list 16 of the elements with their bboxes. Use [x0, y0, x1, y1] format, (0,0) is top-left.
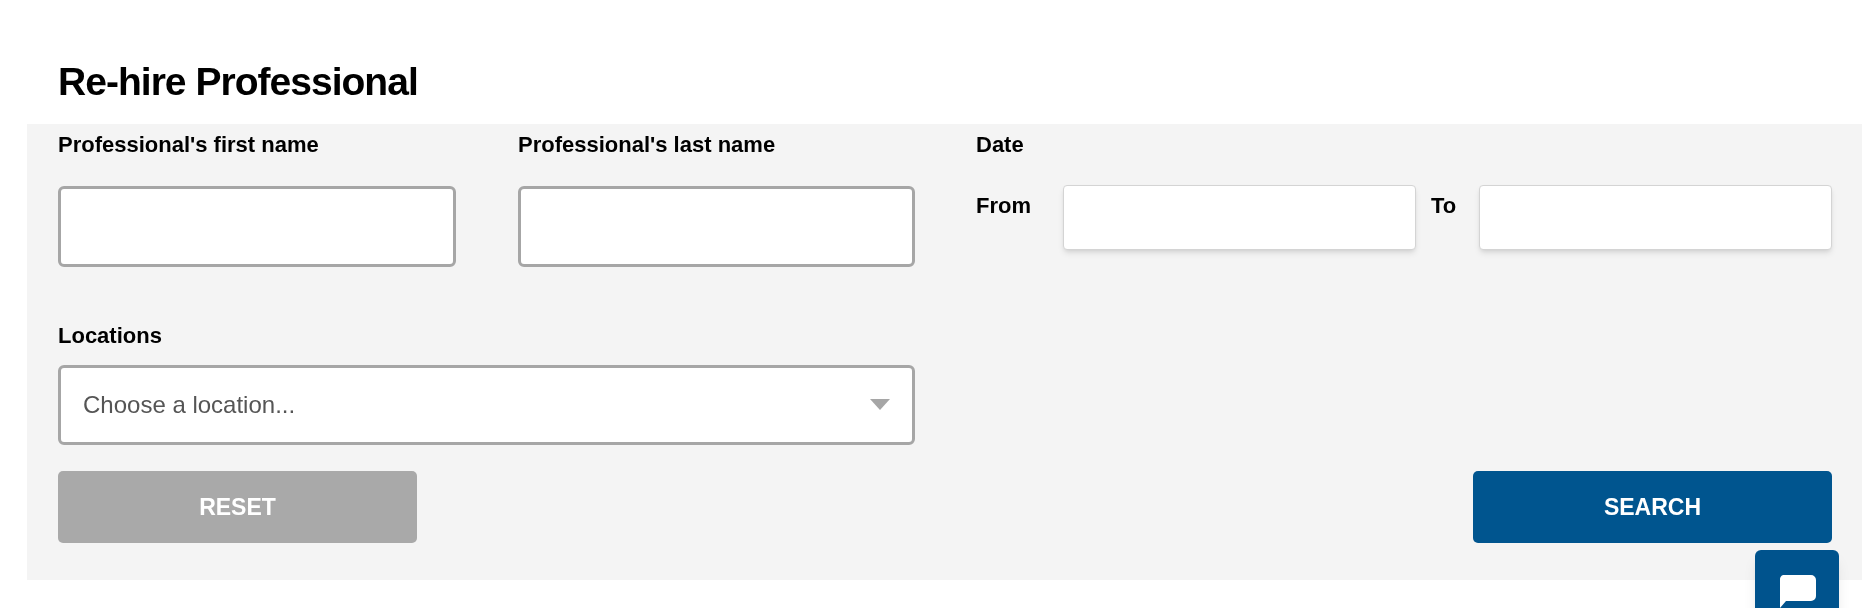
field-label: Professional's first name	[58, 132, 320, 158]
chat-icon	[1778, 575, 1816, 608]
field-label: Professional's last name	[518, 132, 777, 158]
input-field[interactable]	[58, 186, 456, 267]
field-label: Locations	[58, 323, 163, 349]
chat-button[interactable]	[1755, 550, 1839, 608]
page-title: Re-hire Professional	[58, 59, 419, 105]
field-label: Date	[976, 132, 1025, 158]
date-input[interactable]	[1479, 185, 1832, 250]
field-label: To	[1431, 193, 1458, 219]
field-label: From	[976, 193, 1032, 219]
date-input[interactable]	[1063, 185, 1416, 250]
search-button[interactable]: SEARCH	[1473, 471, 1832, 543]
caret-icon	[870, 399, 890, 411]
location-dropdown[interactable]: Choose a location...	[58, 365, 915, 445]
input-field[interactable]	[518, 186, 915, 267]
